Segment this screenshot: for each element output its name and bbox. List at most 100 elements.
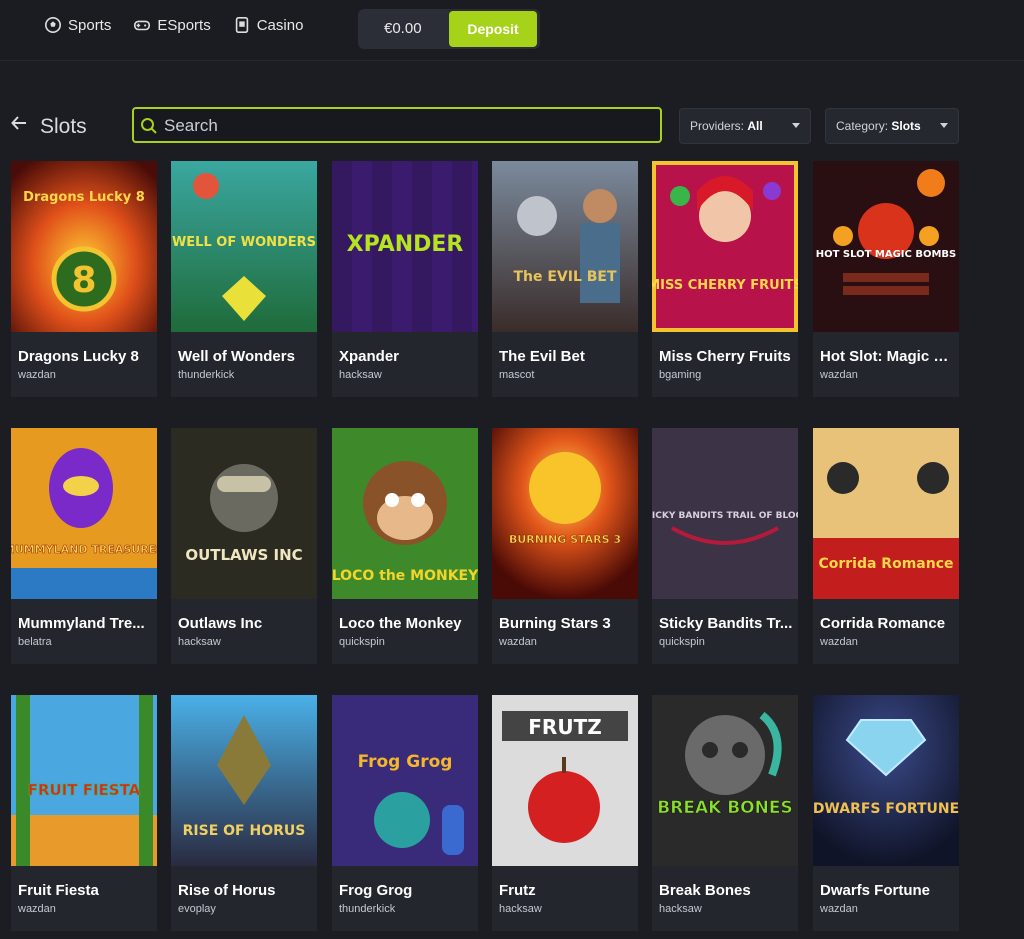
game-card[interactable]: WELL OF WONDERS Well of Wonders thunderk…: [171, 161, 317, 397]
game-provider: hacksaw: [339, 369, 382, 381]
nav-sports[interactable]: Sports: [44, 16, 111, 34]
game-card[interactable]: OUTLAWS INC Outlaws Inc hacksaw: [171, 428, 317, 664]
game-card[interactable]: BURNING STARS 3 Burning Stars 3 wazdan: [492, 428, 638, 664]
game-thumbnail: HOT SLOT MAGIC BOMBS: [813, 161, 959, 332]
category-dropdown[interactable]: Category: Slots: [825, 108, 959, 144]
game-provider: evoplay: [178, 903, 216, 915]
thumb-label: FRUTZ: [528, 715, 601, 739]
game-thumbnail: XPANDER: [332, 161, 478, 332]
game-provider: thunderkick: [178, 369, 235, 381]
providers-dropdown[interactable]: Providers: All: [679, 108, 811, 144]
game-thumbnail: MISS CHERRY FRUITS: [652, 161, 798, 332]
game-card[interactable]: FRUIT FIESTA Fruit Fiesta wazdan: [11, 695, 157, 931]
game-thumbnail: OUTLAWS INC: [171, 428, 317, 599]
game-title: Xpander: [339, 348, 400, 365]
thumb-label: LOCO the MONKEY: [332, 568, 478, 584]
chevron-down-icon: [792, 123, 800, 128]
page-title: Slots: [40, 115, 87, 138]
game-thumbnail: BREAK BONES: [652, 695, 798, 866]
thumb-label: DWARFS FORTUNE: [813, 801, 959, 817]
game-card[interactable]: XPANDER Xpander hacksaw: [332, 161, 478, 397]
game-provider: quickspin: [339, 636, 385, 648]
game-card[interactable]: LOCO the MONKEY Loco the Monkey quickspi…: [332, 428, 478, 664]
category-label: Category:: [836, 119, 889, 133]
game-title: Outlaws Inc: [178, 615, 263, 632]
thumb-label: Corrida Romance: [818, 556, 953, 572]
game-provider: thunderkick: [339, 903, 396, 915]
wallet: €0.00 Deposit: [358, 9, 540, 49]
game-card[interactable]: Frog Grog Frog Grog thunderkick: [332, 695, 478, 931]
game-provider: hacksaw: [178, 636, 221, 648]
game-thumbnail: STICKY BANDITS TRAIL OF BLOOD: [652, 428, 798, 599]
providers-value: All: [747, 119, 763, 133]
card-icon: [235, 16, 248, 34]
game-thumbnail: Frog Grog: [332, 695, 478, 866]
game-provider: quickspin: [659, 636, 705, 648]
game-provider: wazdan: [18, 369, 56, 381]
game-title: Corrida Romance: [820, 615, 946, 632]
game-provider: wazdan: [820, 903, 858, 915]
balance: €0.00: [384, 20, 422, 37]
game-card[interactable]: Corrida Romance Corrida Romance wazdan: [813, 428, 959, 664]
nav-casino[interactable]: Casino: [233, 16, 304, 34]
game-title: Burning Stars 3: [499, 615, 611, 632]
nav-esports[interactable]: ESports: [133, 16, 211, 34]
game-provider: hacksaw: [659, 903, 702, 915]
game-card[interactable]: FRUTZ Frutz hacksaw: [492, 695, 638, 931]
game-title: The Evil Bet: [499, 348, 585, 365]
search-icon: [141, 118, 157, 134]
game-card[interactable]: BREAK BONES Break Bones hacksaw: [652, 695, 798, 931]
game-card[interactable]: RISE OF HORUS Rise of Horus evoplay: [171, 695, 317, 931]
game-card[interactable]: MISS CHERRY FRUITS Miss Cherry Fruits bg…: [652, 161, 798, 397]
game-title: Break Bones: [659, 882, 751, 899]
thumb-label: HOT SLOT MAGIC BOMBS: [816, 249, 957, 260]
main-nav: Sports ESports Casino: [44, 16, 303, 34]
game-provider: hacksaw: [499, 903, 542, 915]
thumb-label: XPANDER: [347, 232, 464, 257]
nav-sports-label: Sports: [68, 16, 112, 34]
game-provider: wazdan: [18, 903, 56, 915]
game-thumbnail: 8 Dragons Lucky 8: [11, 161, 157, 332]
thumb-label: Dragons Lucky 8: [23, 190, 145, 205]
game-title: Miss Cherry Fruits: [659, 348, 791, 365]
game-title: Well of Wonders: [178, 348, 295, 365]
game-provider: wazdan: [499, 636, 537, 648]
search-input[interactable]: [162, 113, 646, 139]
game-provider: wazdan: [820, 636, 858, 648]
game-title: Sticky Bandits Tr...: [659, 615, 793, 632]
gamepad-icon: [134, 20, 151, 31]
game-card[interactable]: HOT SLOT MAGIC BOMBS Hot Slot: Magic B..…: [813, 161, 959, 397]
game-card[interactable]: DWARFS FORTUNE Dwarfs Fortune wazdan: [813, 695, 959, 931]
game-thumbnail: MUMMYLAND TREASURES: [11, 428, 157, 599]
arrow-left-icon[interactable]: [10, 114, 28, 132]
game-thumbnail: LOCO the MONKEY: [332, 428, 478, 599]
game-provider: belatra: [18, 636, 52, 648]
game-provider: bgaming: [659, 369, 702, 381]
game-thumbnail: RISE OF HORUS: [171, 695, 317, 866]
thumb-label: MUMMYLAND TREASURES: [11, 543, 157, 556]
game-card[interactable]: 8 Dragons Lucky 8 Dragons Lucky 8 wazdan: [11, 161, 157, 397]
category-value: Slots: [891, 119, 921, 133]
game-title: Dragons Lucky 8: [18, 348, 139, 365]
providers-label: Providers:: [690, 119, 745, 133]
nav-casino-label: Casino: [256, 16, 304, 34]
game-thumbnail: The EVIL BET: [492, 161, 638, 332]
game-card[interactable]: MUMMYLAND TREASURES Mummyland Tre... bel…: [11, 428, 157, 664]
game-card[interactable]: STICKY BANDITS TRAIL OF BLOOD Sticky Ban…: [652, 428, 798, 664]
game-thumbnail: BURNING STARS 3: [492, 428, 638, 599]
soccer-ball-icon: [44, 16, 62, 34]
game-thumbnail: FRUTZ: [492, 695, 638, 866]
game-card[interactable]: The EVIL BET The Evil Bet mascot: [492, 161, 638, 397]
game-title: Hot Slot: Magic B...: [820, 348, 956, 365]
game-provider: wazdan: [820, 369, 858, 381]
game-title: Rise of Horus: [178, 882, 276, 899]
svg-text:8: 8: [71, 260, 96, 301]
deposit-button[interactable]: Deposit: [449, 11, 537, 47]
nav-esports-label: ESports: [157, 16, 211, 34]
thumb-label: OUTLAWS INC: [185, 546, 302, 564]
game-title: Fruit Fiesta: [18, 882, 99, 899]
game-thumbnail: FRUIT FIESTA: [11, 695, 157, 866]
game-title: Frutz: [499, 882, 536, 899]
game-title: Frog Grog: [339, 882, 413, 899]
thumb-label: Frog Grog: [358, 752, 453, 772]
